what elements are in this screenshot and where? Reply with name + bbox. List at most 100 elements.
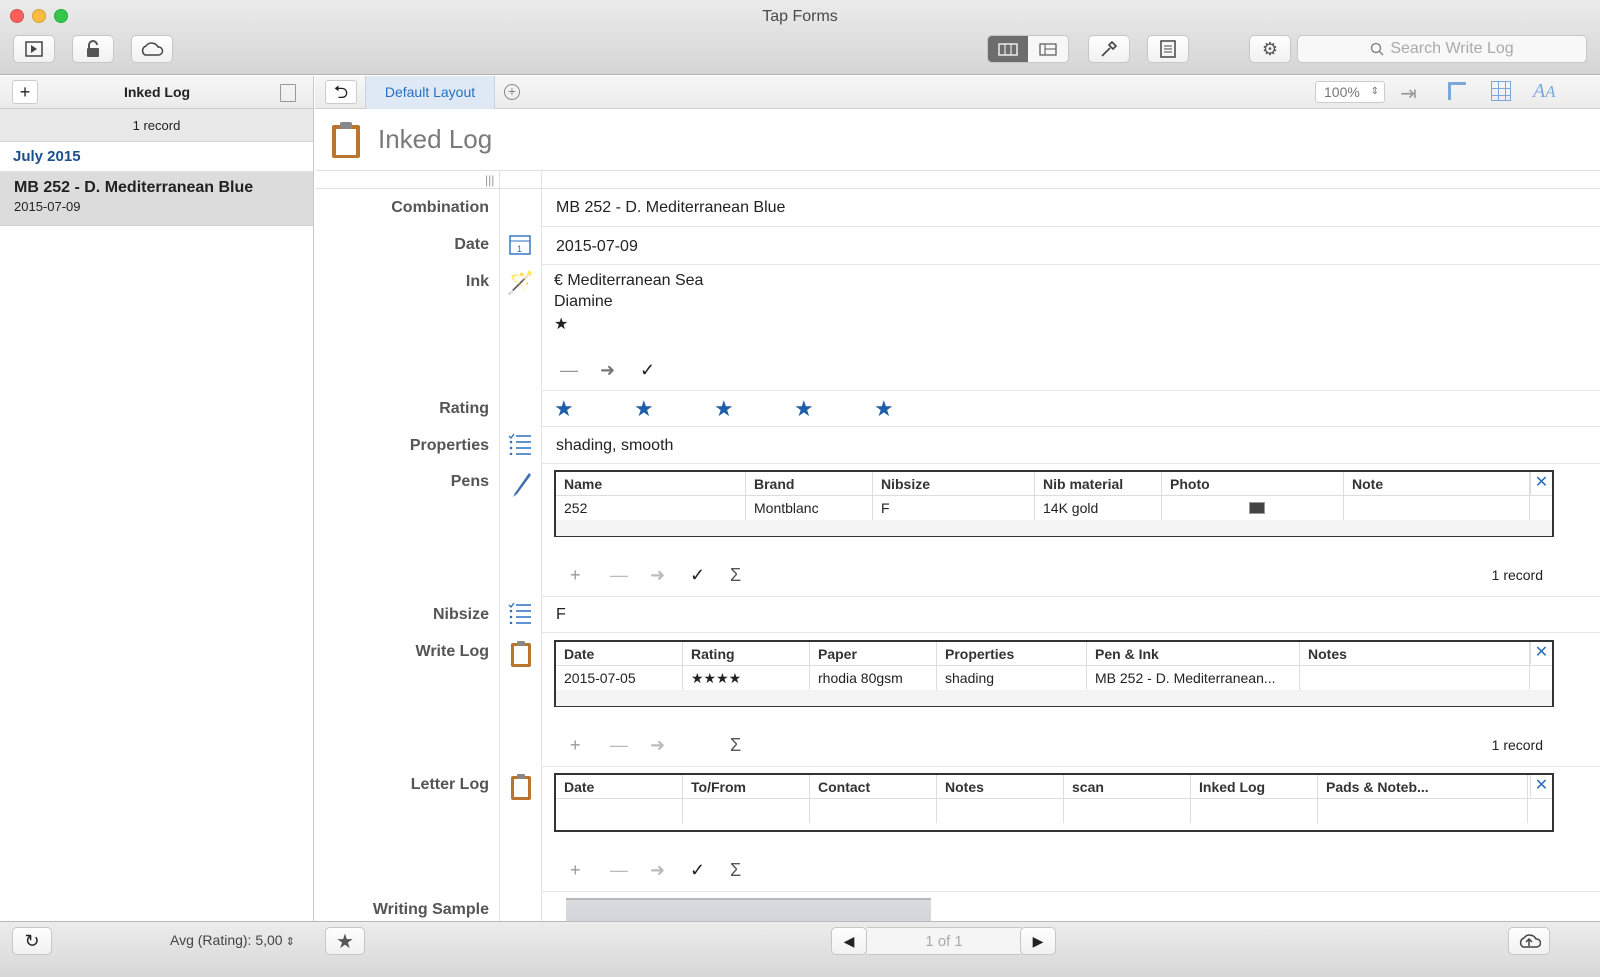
column-header[interactable]: Pads & Noteb...	[1318, 775, 1528, 798]
column-header[interactable]: Nibsize	[873, 472, 1035, 495]
list-options-icon[interactable]	[280, 84, 296, 102]
pick-list-icon[interactable]	[508, 433, 532, 455]
remove-button[interactable]: —	[610, 565, 650, 586]
empty-row[interactable]	[556, 520, 1552, 536]
rating-star[interactable]: ★	[794, 396, 814, 422]
column-header[interactable]: Properties	[937, 642, 1087, 665]
column-header[interactable]: Notes	[937, 775, 1064, 798]
table-cell[interactable]: F	[873, 496, 1035, 520]
column-header[interactable]: Contact	[810, 775, 937, 798]
column-header[interactable]: To/From	[683, 775, 810, 798]
tab-default-layout[interactable]: Default Layout	[365, 76, 495, 109]
table-cell[interactable]	[1300, 666, 1530, 690]
cloud-sync-button[interactable]	[131, 35, 173, 63]
column-header[interactable]: Date	[556, 775, 683, 798]
favorite-button[interactable]: ★	[325, 927, 365, 955]
sum-icon[interactable]: Σ	[730, 735, 770, 756]
table-row[interactable]: 2015-07-05 ★★★★ rhodia 80gsm shading MB 252 …	[556, 666, 1552, 690]
combination-value[interactable]: MB 252 - D. Mediterranean Blue	[556, 199, 785, 217]
design-button[interactable]	[1088, 35, 1130, 63]
empty-row[interactable]	[556, 690, 1552, 706]
table-cell[interactable]: MB 252 - D. Mediterranean...	[1087, 666, 1300, 690]
form-view-button[interactable]	[1028, 36, 1068, 62]
font-icon[interactable]: AA	[1533, 80, 1555, 103]
column-header[interactable]: Nib material	[1035, 472, 1162, 495]
calendar-icon[interactable]: 1	[509, 233, 531, 255]
table-cell[interactable]: ★★★★	[683, 666, 810, 690]
close-table-icon[interactable]: ✕	[1530, 642, 1552, 664]
remove-button[interactable]: —	[610, 735, 650, 756]
zoom-select[interactable]: 100% ⇕	[1315, 81, 1385, 103]
table-cell[interactable]	[556, 799, 683, 823]
search-field[interactable]: Search Write Log	[1297, 35, 1587, 63]
play-button[interactable]	[13, 35, 55, 63]
properties-value[interactable]: shading, smooth	[556, 437, 673, 455]
select-link-button[interactable]: ✓	[690, 860, 730, 881]
column-resize-handle[interactable]: |||	[485, 173, 494, 187]
table-cell[interactable]: 252	[556, 496, 746, 520]
previous-record-button[interactable]: ◀	[831, 927, 867, 955]
table-cell[interactable]: shading	[937, 666, 1087, 690]
rating-star[interactable]: ★	[634, 396, 654, 422]
table-cell[interactable]	[1318, 799, 1528, 823]
add-layout-icon[interactable]: +	[504, 84, 520, 100]
table-cell[interactable]: rhodia 80gsm	[810, 666, 937, 690]
close-table-icon[interactable]: ✕	[1530, 775, 1552, 797]
sum-icon[interactable]: Σ	[730, 565, 770, 586]
summary-select[interactable]: Avg (Rating): 5,00 ⇕	[170, 932, 295, 948]
table-cell[interactable]	[1064, 799, 1191, 823]
column-header[interactable]: Brand	[746, 472, 873, 495]
photo-thumbnail-icon[interactable]	[1248, 502, 1265, 514]
pick-list-icon[interactable]	[508, 602, 532, 624]
column-header[interactable]: Note	[1344, 472, 1530, 495]
select-link-button[interactable]: ✓	[640, 360, 680, 381]
column-header[interactable]: Date	[556, 642, 683, 665]
close-table-icon[interactable]: ✕	[1530, 472, 1552, 494]
lock-button[interactable]	[72, 35, 114, 63]
grid-icon[interactable]	[1491, 81, 1511, 101]
refresh-button[interactable]: ↻	[12, 927, 52, 955]
layout-list-button[interactable]	[1147, 35, 1189, 63]
table-cell[interactable]	[683, 799, 810, 823]
nibsize-value[interactable]: F	[556, 606, 566, 624]
tab-order-icon[interactable]: ⇥	[1400, 81, 1417, 106]
table-cell[interactable]	[1344, 496, 1530, 520]
back-button[interactable]: ⮌	[325, 80, 357, 104]
column-header[interactable]: Pen & Ink	[1087, 642, 1300, 665]
magic-wand-icon[interactable]: 🪄	[507, 270, 534, 296]
column-view-button[interactable]	[988, 36, 1028, 62]
column-header[interactable]: Paper	[810, 642, 937, 665]
select-link-button[interactable]: ✓	[690, 565, 730, 586]
table-cell[interactable]	[1191, 799, 1318, 823]
go-to-record-icon[interactable]: ➜	[650, 565, 690, 586]
sum-icon[interactable]: Σ	[730, 860, 770, 881]
cloud-upload-button[interactable]	[1508, 927, 1550, 955]
settings-button[interactable]: ⚙	[1249, 35, 1291, 63]
column-header[interactable]: Rating	[683, 642, 810, 665]
add-button[interactable]: +	[570, 565, 610, 586]
remove-button[interactable]: —	[610, 860, 650, 881]
column-header[interactable]: Name	[556, 472, 746, 495]
column-header[interactable]: scan	[1064, 775, 1191, 798]
table-cell[interactable]: 2015-07-05	[556, 666, 683, 690]
rating-star[interactable]: ★	[714, 396, 734, 422]
table-cell[interactable]	[937, 799, 1064, 823]
table-row[interactable]	[556, 799, 1552, 823]
remove-link-button[interactable]: —	[560, 360, 600, 381]
ruler-icon[interactable]	[1448, 82, 1466, 100]
column-header[interactable]: Notes	[1300, 642, 1530, 665]
list-item[interactable]: MB 252 - D. Mediterranean Blue 2015-07-0…	[0, 172, 313, 226]
table-cell[interactable]	[810, 799, 937, 823]
table-row[interactable]: 252 Montblanc F 14K gold	[556, 496, 1552, 520]
rating-star[interactable]: ★	[554, 396, 574, 422]
next-record-button[interactable]: ▶	[1020, 927, 1056, 955]
column-header[interactable]: Inked Log	[1191, 775, 1318, 798]
add-button[interactable]: +	[570, 860, 610, 881]
go-to-record-icon[interactable]: ➜	[650, 735, 690, 756]
table-cell[interactable]: Montblanc	[746, 496, 873, 520]
go-to-record-icon[interactable]: ➜	[650, 860, 690, 881]
table-cell[interactable]	[1162, 496, 1344, 520]
date-value[interactable]: 2015-07-09	[556, 238, 638, 256]
add-button[interactable]: +	[570, 735, 610, 756]
go-to-record-icon[interactable]: ➜	[600, 360, 640, 381]
